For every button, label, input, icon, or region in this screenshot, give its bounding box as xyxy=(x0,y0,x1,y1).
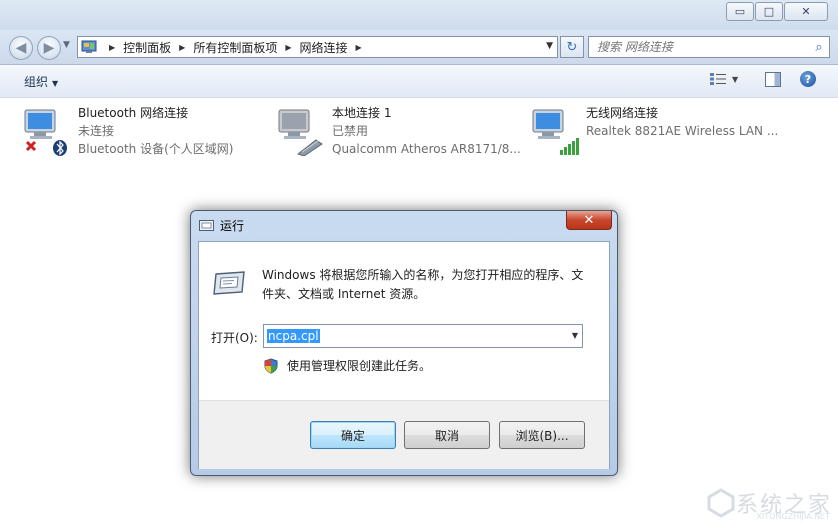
run-dialog-title: 运行 xyxy=(199,217,244,234)
wireless-network-icon xyxy=(532,109,579,155)
breadcrumb-control-panel[interactable]: 控制面板 xyxy=(123,39,171,56)
refresh-icon: ↻ xyxy=(566,39,578,55)
recent-pages-dropdown-icon[interactable]: ▼ xyxy=(63,40,70,50)
chevron-right-icon[interactable]: ▶ xyxy=(109,43,115,52)
adapter-name: 无线网络连接 xyxy=(586,106,659,120)
open-label: 打开(O): xyxy=(211,331,258,345)
arrow-right-icon: ▶ xyxy=(43,40,55,56)
run-icon xyxy=(199,220,214,231)
adapter-name: 本地连接 1 xyxy=(332,106,392,120)
breadcrumb-network-connections[interactable]: 网络连接 xyxy=(300,39,348,56)
adapter-device: Bluetooth 设备(个人区域网) xyxy=(78,142,234,156)
adapter-status: 未连接 xyxy=(78,124,115,138)
caption-buttons: ▭ □ ✕ xyxy=(725,2,828,21)
chevron-down-icon: ▼ xyxy=(52,79,59,88)
chevron-right-icon[interactable]: ▶ xyxy=(179,43,185,52)
chevron-down-icon[interactable]: ▼ xyxy=(572,331,578,340)
address-bar[interactable]: ▶ 控制面板 ▶ 所有控制面板项 ▶ 网络连接 ▶ ▼ xyxy=(77,36,558,58)
breadcrumb-all-items[interactable]: 所有控制面板项 xyxy=(193,39,277,56)
breadcrumb: ▶ 控制面板 ▶ 所有控制面板项 ▶ 网络连接 ▶ xyxy=(101,39,370,56)
dialog-button-strip: 确定 取消 浏览(B)... xyxy=(199,400,609,469)
adapter-status: 已禁用 xyxy=(332,124,369,138)
ok-button[interactable]: 确定 xyxy=(310,421,396,449)
search-box[interactable]: ⌕ xyxy=(588,36,830,58)
adapter-device: Qualcomm Atheros AR8171/8... xyxy=(332,142,521,156)
preview-pane-button[interactable] xyxy=(765,72,781,87)
browse-button[interactable]: 浏览(B)... xyxy=(499,421,585,449)
adapter-text: 本地连接 1 已禁用 Qualcomm Atheros AR8171/8... xyxy=(332,104,521,158)
admin-privilege-note: 使用管理权限创建此任务。 xyxy=(263,357,431,374)
admin-note-text: 使用管理权限创建此任务。 xyxy=(287,359,432,373)
organize-label: 组织 xyxy=(24,75,49,89)
minimize-button[interactable]: ▭ xyxy=(726,2,754,21)
search-input[interactable] xyxy=(589,39,809,55)
adapter-text: Bluetooth 网络连接 未连接 Bluetooth 设备(个人区域网) xyxy=(78,104,233,158)
uac-shield-icon xyxy=(264,357,278,374)
ethernet-network-icon xyxy=(278,109,323,156)
run-dialog-close-button[interactable]: ✕ xyxy=(566,211,612,230)
maximize-button[interactable]: □ xyxy=(755,2,783,21)
run-dialog-description: Windows 将根据您所输入的名称，为您打开相应的程序、文件夹、文档或 Int… xyxy=(262,268,584,301)
watermark-url: XITONGZHIJIA.NET xyxy=(756,512,830,521)
run-program-icon xyxy=(213,271,245,295)
run-dialog: 运行 ✕ Windows 将根据您所输入的名称，为您打开相应的程序、文件夹、文档… xyxy=(190,210,618,476)
chevron-right-icon[interactable]: ▶ xyxy=(285,43,291,52)
adapter-local-area[interactable]: 本地连接 1 已禁用 Qualcomm Atheros AR8171/8... xyxy=(276,104,526,160)
refresh-button[interactable]: ↻ xyxy=(560,36,584,58)
bluetooth-network-icon xyxy=(24,109,67,156)
open-command-input[interactable]: ncpa.cpl xyxy=(267,329,320,343)
run-dialog-title-text: 运行 xyxy=(220,219,245,233)
window-titlebar: ▭ □ ✕ xyxy=(0,0,838,30)
arrow-left-icon: ◀ xyxy=(15,40,27,56)
view-details-icon xyxy=(710,73,726,85)
run-dialog-body: Windows 将根据您所输入的名称，为您打开相应的程序、文件夹、文档或 Int… xyxy=(198,241,610,469)
search-icon[interactable]: ⌕ xyxy=(809,40,829,55)
adapter-name: Bluetooth 网络连接 xyxy=(78,106,189,120)
help-button[interactable]: ? xyxy=(800,71,816,87)
chevron-down-icon: ▼ xyxy=(732,74,739,84)
watermark: 系统之家 XITONGZHIJIA.NET xyxy=(706,487,832,521)
organize-menu-button[interactable]: 组织 ▼ xyxy=(24,73,58,90)
change-view-button[interactable]: ▼ xyxy=(710,73,738,85)
back-button[interactable]: ◀ xyxy=(9,36,33,60)
navigation-bar: ◀ ▶ ▼ ▶ 控制面板 ▶ 所有控制面板项 ▶ 网络连接 ▶ ▼ ↻ ⌕ xyxy=(0,30,838,65)
cancel-button[interactable]: 取消 xyxy=(404,421,490,449)
adapter-wireless[interactable]: 无线网络连接 Realtek 8821AE Wireless LAN ... xyxy=(530,104,780,160)
close-window-button[interactable]: ✕ xyxy=(784,2,828,21)
chevron-right-icon[interactable]: ▶ xyxy=(356,43,362,52)
command-bar: 组织 ▼ ▼ ? xyxy=(0,65,838,98)
control-panel-icon xyxy=(81,40,97,53)
adapter-text: 无线网络连接 Realtek 8821AE Wireless LAN ... xyxy=(586,104,778,140)
watermark-logo-icon xyxy=(707,488,735,518)
address-dropdown-icon[interactable]: ▼ xyxy=(546,41,553,51)
open-command-combobox[interactable]: ncpa.cpl ▼ xyxy=(263,324,583,348)
forward-button[interactable]: ▶ xyxy=(37,36,61,60)
adapter-device: Realtek 8821AE Wireless LAN ... xyxy=(586,124,779,138)
adapter-bluetooth[interactable]: Bluetooth 网络连接 未连接 Bluetooth 设备(个人区域网) xyxy=(22,104,272,160)
